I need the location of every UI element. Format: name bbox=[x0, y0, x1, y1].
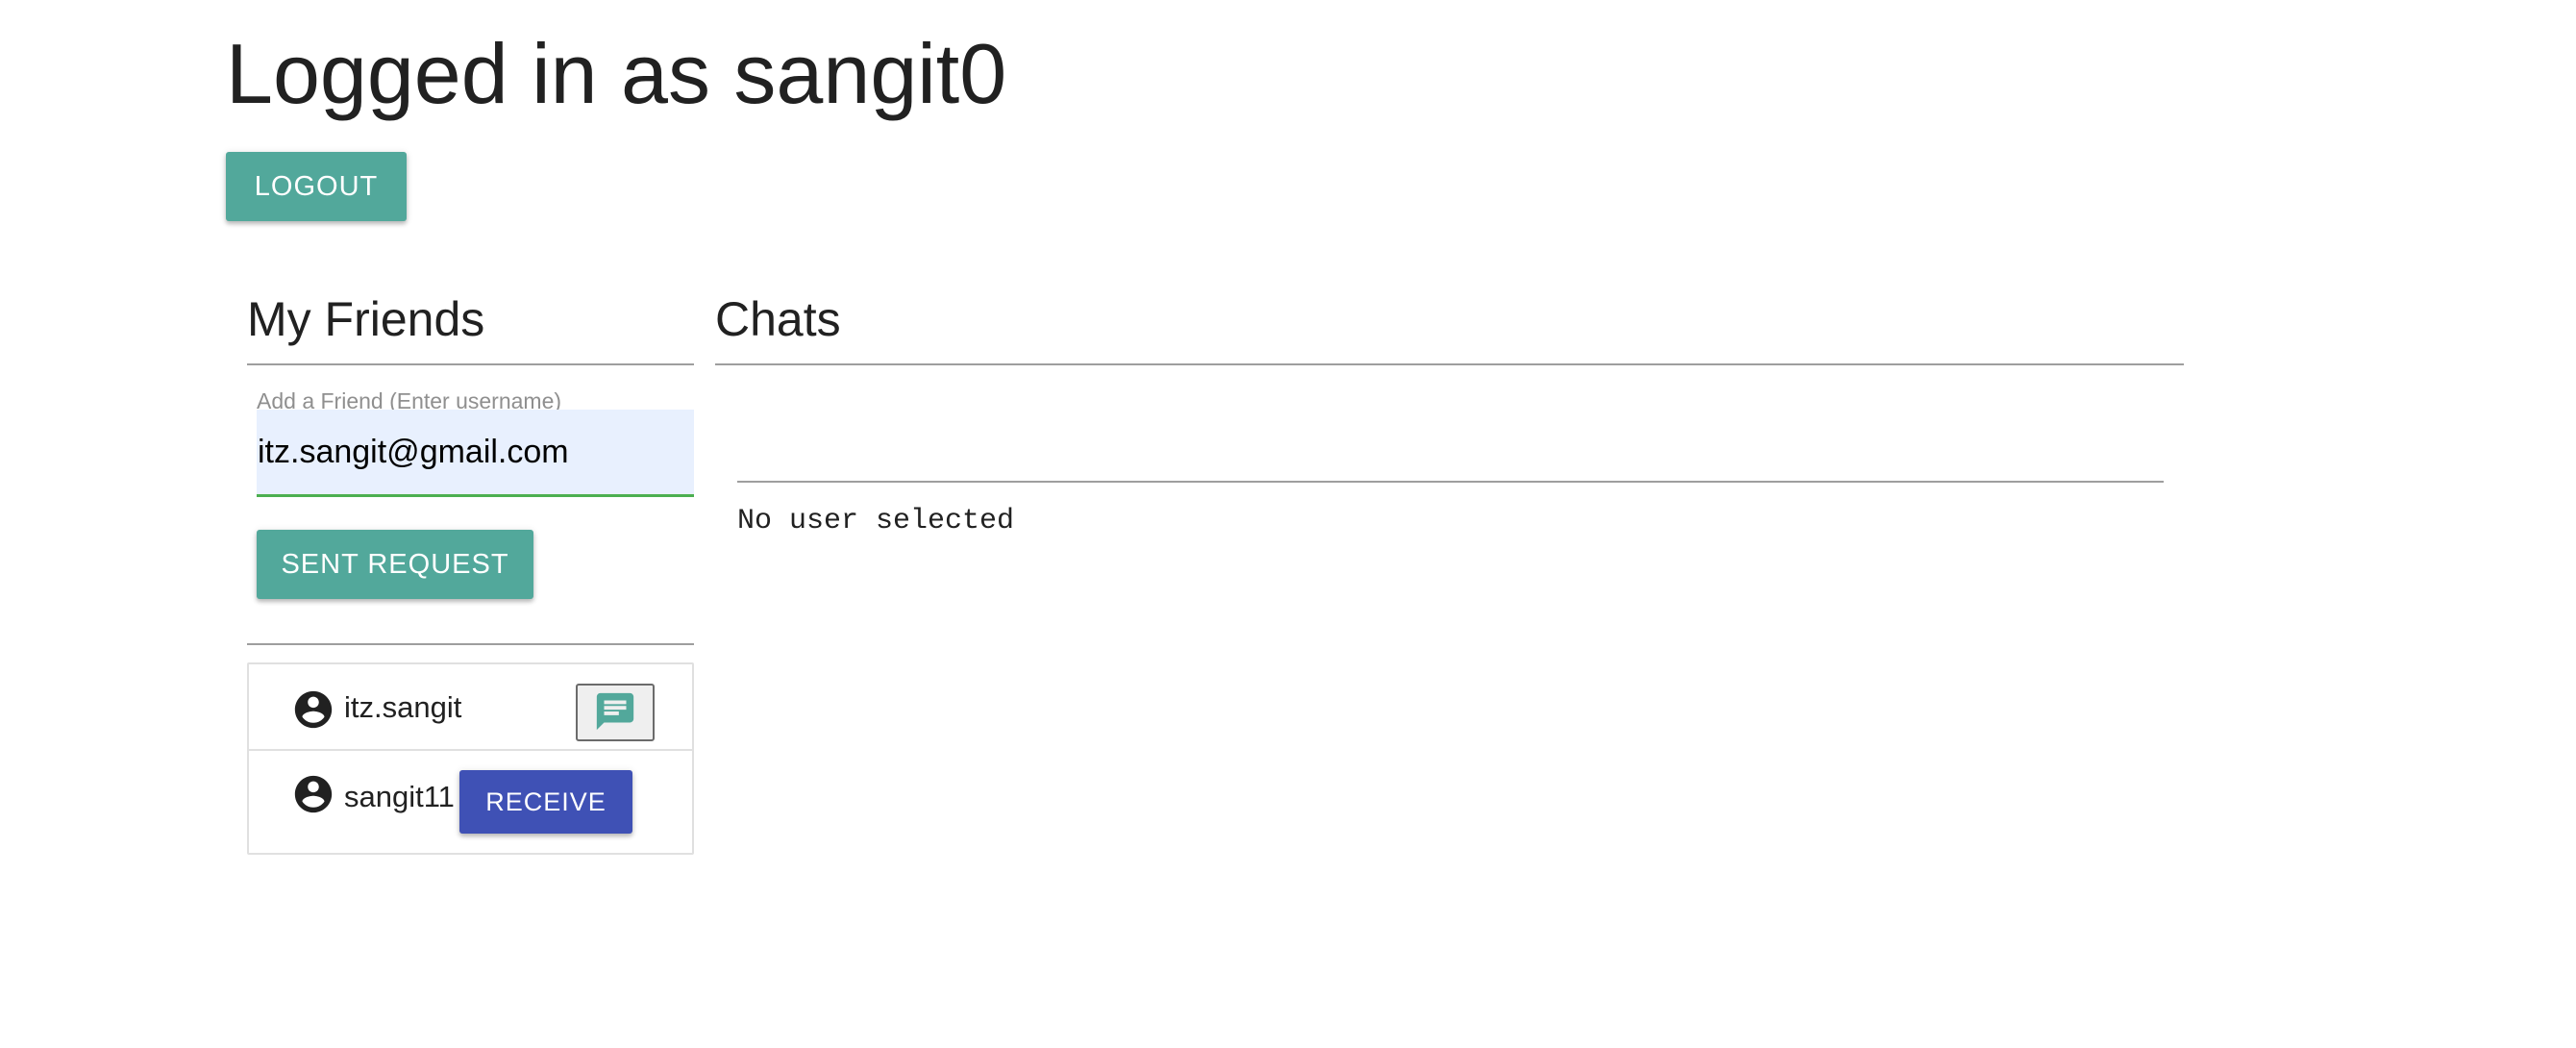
add-friend-input[interactable] bbox=[257, 410, 694, 497]
chats-title: Chats bbox=[715, 292, 841, 346]
friends-title: My Friends bbox=[247, 292, 485, 346]
friend-list-divider bbox=[247, 643, 694, 645]
chat-icon bbox=[593, 689, 637, 736]
chats-divider bbox=[715, 363, 2184, 365]
friend-name: itz.sangit bbox=[344, 690, 462, 724]
send-request-button[interactable]: SENT REQUEST bbox=[257, 530, 533, 599]
account-circle-icon bbox=[291, 772, 335, 816]
friend-row: sangit11 RECEIVE bbox=[249, 749, 692, 855]
friends-divider bbox=[247, 363, 694, 365]
no-user-selected-text: No user selected bbox=[737, 505, 1015, 537]
account-circle-icon bbox=[291, 687, 335, 732]
friend-list: itz.sangit sangit11 RECEIVE bbox=[247, 662, 694, 855]
friend-name: sangit11 bbox=[344, 780, 455, 813]
logout-button[interactable]: LOGOUT bbox=[226, 152, 407, 221]
friend-row: itz.sangit bbox=[249, 664, 692, 749]
page-title: Logged in as sangit0 bbox=[226, 26, 1007, 121]
receive-button[interactable]: RECEIVE bbox=[459, 770, 632, 834]
chat-header-divider bbox=[737, 481, 2164, 483]
open-chat-button[interactable] bbox=[576, 684, 655, 741]
